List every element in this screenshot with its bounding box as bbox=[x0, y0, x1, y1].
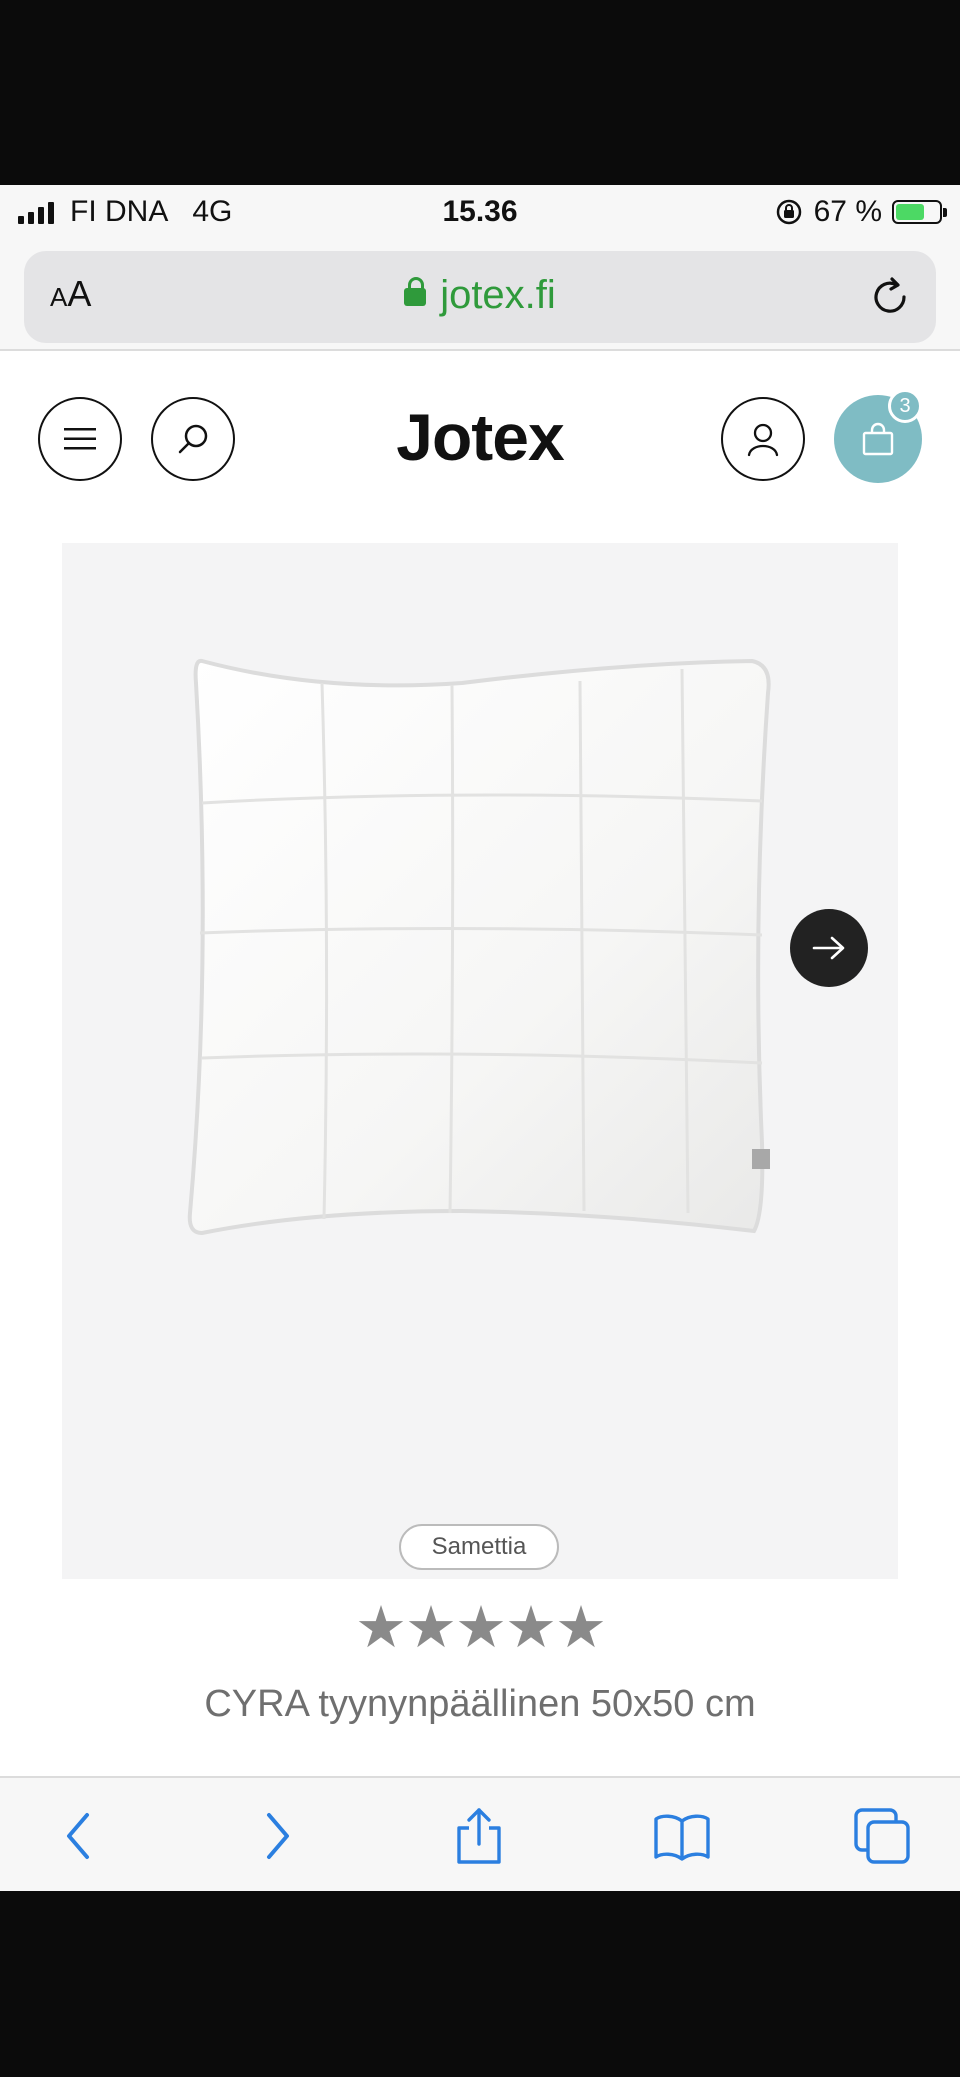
product-title: CYRA tyynynpäällinen 50x50 cm bbox=[204, 1683, 756, 1725]
status-bar: FI DNA 4G 15.36 67 % bbox=[0, 185, 960, 239]
bookmarks-icon bbox=[654, 1814, 710, 1861]
browser-toolbar bbox=[0, 1776, 960, 1891]
back-icon bbox=[67, 1813, 89, 1859]
bookmarks-button[interactable] bbox=[650, 1804, 714, 1868]
address-bar-area: AA jotex.fi bbox=[0, 239, 960, 351]
device-frame: FI DNA 4G 15.36 67 % AA jotex.fi Jotex 3… bbox=[0, 0, 960, 2077]
account-button[interactable] bbox=[721, 397, 805, 481]
tabs-icon bbox=[854, 1808, 910, 1864]
url-text: jotex.fi bbox=[440, 273, 556, 317]
back-button[interactable] bbox=[46, 1804, 110, 1868]
tabs-button[interactable] bbox=[850, 1804, 914, 1868]
next-image-button[interactable] bbox=[790, 909, 868, 987]
forward-icon bbox=[267, 1813, 289, 1859]
pillow-image bbox=[187, 658, 771, 1236]
battery-percent: 67 % bbox=[813, 195, 882, 228]
material-tag: Samettia bbox=[399, 1524, 559, 1570]
product-image[interactable]: Samettia bbox=[62, 543, 898, 1579]
shopping-bag-icon bbox=[862, 422, 894, 456]
share-button[interactable] bbox=[447, 1804, 511, 1868]
battery-fill bbox=[896, 204, 924, 220]
orientation-lock-icon bbox=[776, 199, 801, 225]
status-right: 67 % bbox=[774, 195, 947, 229]
next-arrow-icon bbox=[812, 936, 845, 960]
rating-stars[interactable]: ★★★★★ bbox=[0, 1593, 960, 1661]
url-field[interactable]: jotex.fi bbox=[24, 273, 936, 318]
cart-count-badge: 3 bbox=[888, 389, 922, 423]
battery-icon bbox=[892, 200, 947, 224]
lock-icon bbox=[404, 277, 427, 306]
account-icon bbox=[747, 423, 779, 457]
browser-screen: FI DNA 4G 15.36 67 % AA jotex.fi Jotex 3… bbox=[0, 185, 960, 1891]
site-header: Jotex 3 bbox=[0, 351, 960, 561]
reload-icon[interactable] bbox=[866, 273, 914, 321]
address-bar[interactable]: AA jotex.fi bbox=[24, 251, 936, 343]
share-icon bbox=[457, 1808, 501, 1864]
site-logo[interactable]: Jotex bbox=[0, 399, 960, 475]
forward-button[interactable] bbox=[246, 1804, 310, 1868]
